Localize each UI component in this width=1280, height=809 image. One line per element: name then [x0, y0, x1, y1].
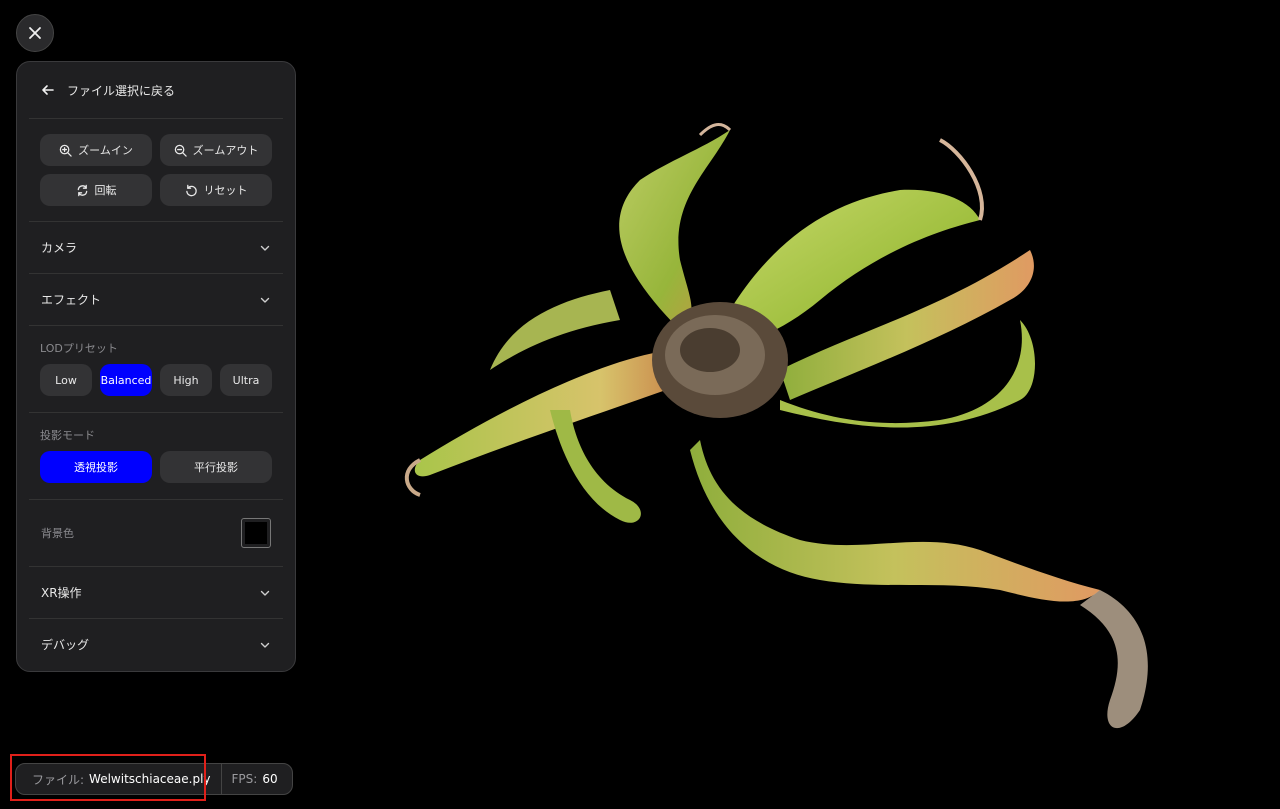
lod-preset-options: Low Balanced High Ultra — [40, 364, 272, 396]
section-debug-label: デバッグ — [41, 638, 90, 652]
reset-button[interactable]: リセット — [160, 174, 272, 206]
section-debug[interactable]: デバッグ — [29, 619, 283, 670]
back-label: ファイル選択に戻る — [67, 83, 176, 98]
chevron-down-icon — [260, 245, 270, 251]
back-to-file-select-button[interactable]: ファイル選択に戻る — [29, 62, 283, 119]
rotate-icon — [77, 184, 87, 196]
zoom-out-label: ズームアウト — [192, 144, 259, 157]
background-color-row: 背景色 — [29, 500, 283, 567]
reset-label: リセット — [203, 184, 248, 197]
background-color-swatch — [245, 522, 267, 544]
fps-info: FPS: 60 — [222, 772, 292, 786]
rotate-label: 回転 — [94, 184, 117, 197]
close-button[interactable] — [16, 14, 54, 52]
fps-label: FPS: — [231, 772, 258, 786]
fps-value: 60 — [262, 772, 278, 786]
rotate-button[interactable]: 回転 — [40, 174, 152, 206]
close-icon — [29, 27, 41, 39]
3d-viewport[interactable]: ファイル選択に戻る ズームイン ズームアウト 回転 リセット カメラ エフェクト… — [0, 0, 1280, 809]
lod-option-ultra[interactable]: Ultra — [220, 364, 272, 396]
projection-mode-label: 投影モード — [40, 429, 95, 442]
view-tools: ズームイン ズームアウト 回転 リセット — [29, 119, 283, 222]
section-xr[interactable]: XR操作 — [29, 567, 283, 619]
background-color-label: 背景色 — [41, 527, 74, 540]
plant-model-render[interactable] — [380, 110, 1180, 760]
lod-option-low[interactable]: Low — [40, 364, 92, 396]
section-xr-label: XR操作 — [41, 586, 82, 600]
chevron-down-icon — [260, 297, 270, 303]
arrow-left-icon — [42, 85, 54, 95]
zoom-out-icon — [174, 144, 187, 157]
background-color-picker[interactable] — [241, 518, 271, 548]
status-bar: ファイル: Welwitschiaceae.ply FPS: 60 — [15, 763, 293, 795]
section-effects-label: エフェクト — [41, 293, 102, 307]
projection-perspective[interactable]: 透視投影 — [40, 451, 152, 483]
projection-mode-options: 透視投影 平行投影 — [40, 451, 272, 483]
zoom-in-label: ズームイン — [78, 144, 133, 157]
chevron-down-icon — [260, 642, 270, 648]
section-camera-label: カメラ — [41, 241, 78, 255]
lod-option-high[interactable]: High — [160, 364, 212, 396]
projection-orthographic[interactable]: 平行投影 — [160, 451, 272, 483]
lod-option-balanced[interactable]: Balanced — [100, 364, 152, 396]
section-camera[interactable]: カメラ — [29, 222, 283, 274]
zoom-in-icon — [59, 144, 72, 157]
section-effects[interactable]: エフェクト — [29, 274, 283, 326]
file-label: ファイル: — [32, 772, 85, 787]
zoom-out-button[interactable]: ズームアウト — [160, 134, 272, 166]
file-info: ファイル: Welwitschiaceae.ply — [16, 764, 222, 794]
control-panel: ファイル選択に戻る ズームイン ズームアウト 回転 リセット カメラ エフェクト… — [16, 61, 296, 672]
lod-preset-group: LODプリセット Low Balanced High Ultra — [29, 326, 283, 413]
reset-icon — [185, 184, 197, 196]
lod-preset-label: LODプリセット — [40, 342, 118, 355]
zoom-in-button[interactable]: ズームイン — [40, 134, 152, 166]
projection-mode-group: 投影モード 透視投影 平行投影 — [29, 413, 283, 500]
file-name: Welwitschiaceae.ply — [89, 772, 211, 786]
chevron-down-icon — [260, 590, 270, 596]
